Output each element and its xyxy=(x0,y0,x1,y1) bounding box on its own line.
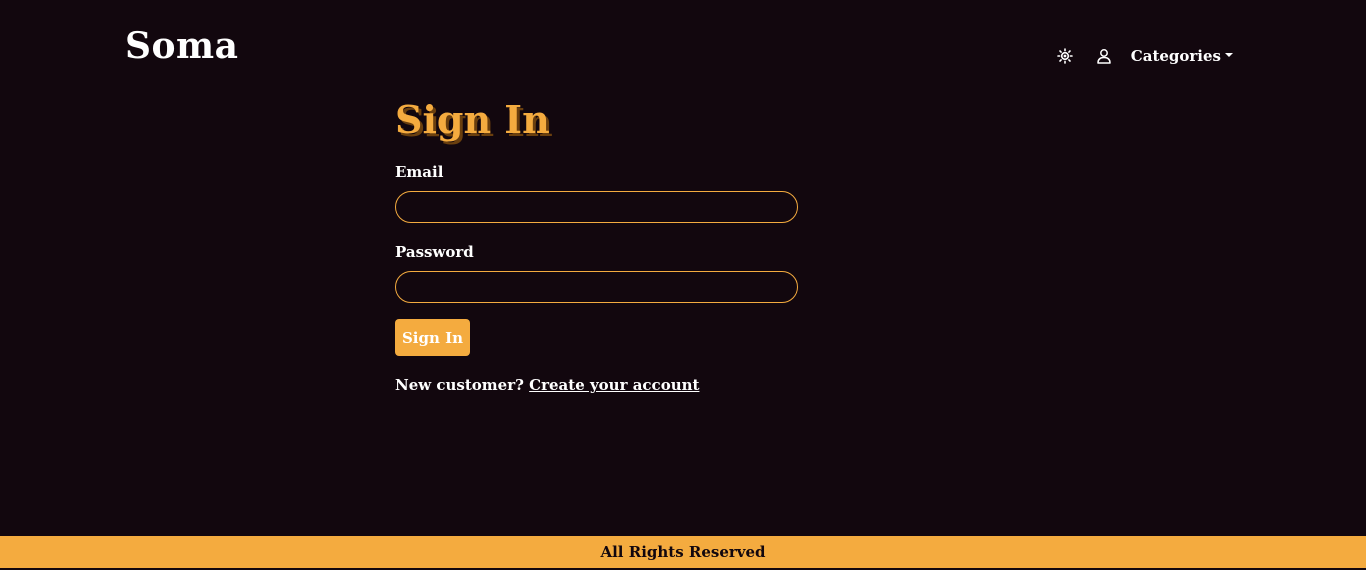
create-account-link[interactable]: Create your account xyxy=(529,376,699,394)
top-nav: Categories xyxy=(1053,44,1233,68)
email-label: Email xyxy=(395,163,444,181)
sun-icon[interactable] xyxy=(1053,44,1077,68)
email-field[interactable] xyxy=(395,191,798,223)
footer-text: All Rights Reserved xyxy=(600,543,766,561)
user-icon[interactable] xyxy=(1092,44,1116,68)
password-field[interactable] xyxy=(395,271,798,303)
site-footer: All Rights Reserved xyxy=(0,536,1366,570)
signup-prompt-text: New customer? xyxy=(395,376,524,394)
signup-prompt: New customer? Create your account xyxy=(395,375,699,395)
page-title: Sign In xyxy=(395,97,550,142)
password-label: Password xyxy=(395,243,474,261)
sign-in-button[interactable]: Sign In xyxy=(395,319,470,356)
site-header: Soma Categories xyxy=(0,0,1366,90)
categories-label: Categories xyxy=(1130,47,1221,65)
categories-dropdown[interactable]: Categories xyxy=(1131,47,1233,65)
caret-down-icon xyxy=(1225,53,1233,57)
sign-in-form: Sign In Email Password Sign In New custo… xyxy=(395,96,798,394)
brand-logo[interactable]: Soma xyxy=(125,24,238,68)
